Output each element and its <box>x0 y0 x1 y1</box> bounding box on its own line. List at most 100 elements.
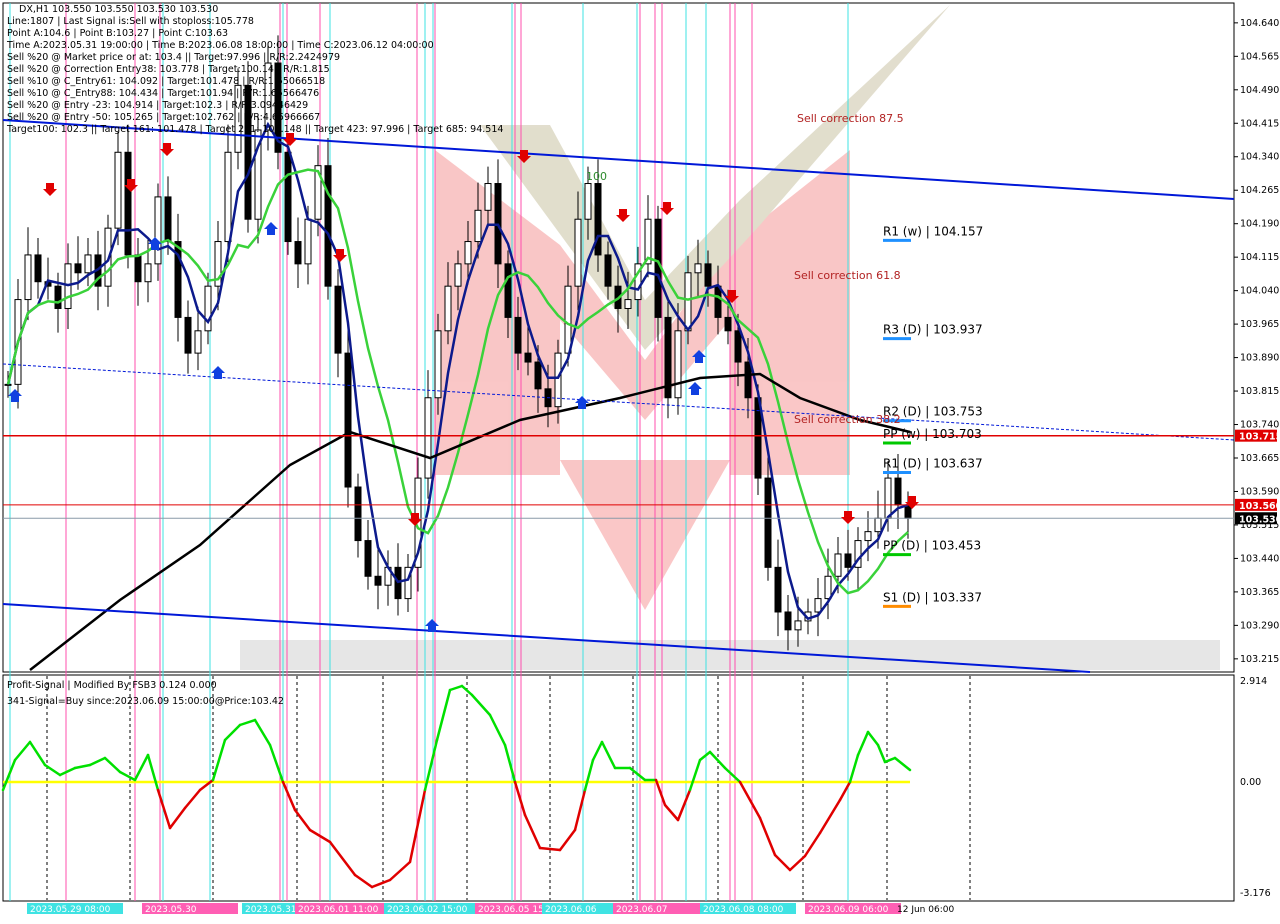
candle-body <box>714 285 722 318</box>
candle-body <box>54 285 62 309</box>
candle-body <box>774 566 782 613</box>
chart-window: R1 (w) | 104.157 R3 (D) | 103.937 R2 (D) |… <box>0 0 1280 920</box>
info-line-6: Sell %10 @ C_Entry61: 104.092 | Target:1… <box>7 76 325 87</box>
time-label-7: 2023.06.07 <box>616 905 668 915</box>
candle-body <box>24 254 32 301</box>
correction-label-875: Sell correction 87.5 <box>797 112 904 125</box>
time-label-0: 2023.05.29 08:00 <box>30 905 111 915</box>
candle-body <box>324 165 332 287</box>
candle-body <box>454 263 462 287</box>
price-tick-label: 104.115 <box>1240 252 1279 263</box>
candle-body <box>74 263 82 274</box>
candle-body <box>604 254 612 287</box>
candle-body <box>784 611 792 631</box>
osc-title: Profit-Signal | Modified By FSB3 0.124 0… <box>7 680 217 691</box>
price-tick-label: 104.640 <box>1240 18 1279 29</box>
candle-body <box>154 196 162 265</box>
candle-body <box>514 316 522 354</box>
price-tick-label: 104.415 <box>1240 118 1279 129</box>
info-line-4: Sell %20 @ Market price or at: 103.4 || … <box>7 52 340 63</box>
candle-body <box>444 285 452 332</box>
price-tick-label: 103.965 <box>1240 319 1279 330</box>
osc-signal: 341-Signal=Buy since:2023.06.09 15:00:00… <box>7 696 284 707</box>
candle-body <box>4 383 12 386</box>
candle-body <box>574 218 582 287</box>
info-line-10: Target100: 102.3 || Target 161: 101.478 … <box>6 124 503 135</box>
candle-body <box>374 575 382 586</box>
candle-body <box>204 285 212 332</box>
candle-body <box>484 183 492 211</box>
price-tick-label: 104.190 <box>1240 219 1279 230</box>
price-tick-label: 104.265 <box>1240 185 1279 196</box>
candle-body <box>744 361 752 399</box>
candle-body <box>734 330 742 363</box>
pivot-level-label-1: R3 (D) | 103.937 <box>883 323 983 337</box>
correction-label-382: Sell correction 38.2 <box>794 413 901 426</box>
osc-tick-label: 2.914 <box>1240 676 1267 687</box>
info-line-2: Point A:104.6 | Point B:103.27 | Point C… <box>7 28 228 39</box>
pivot-level-label-5: PP (D) | 103.453 <box>883 539 981 553</box>
candle-body <box>674 330 682 399</box>
candle-body <box>874 517 882 533</box>
price-tick-label: 103.665 <box>1240 453 1279 464</box>
time-label-3: 2023.06.01 11:00 <box>298 905 379 915</box>
candle-body <box>534 361 542 390</box>
info-line-9: Sell %20 @ Entry -50: 105.265 | Target:1… <box>7 112 320 123</box>
pivot-level-label-4: R1 (D) | 103.637 <box>883 457 983 471</box>
pivot-level-label-0: R1 (w) | 104.157 <box>883 224 983 238</box>
candle-body <box>584 183 592 220</box>
candle-body <box>844 553 852 568</box>
candle-body <box>114 151 122 229</box>
candle-body <box>354 486 362 542</box>
candle-body <box>694 263 702 274</box>
price-tick-label: 103.215 <box>1240 654 1279 665</box>
price-tag-label-0: 103.715 <box>1239 432 1280 443</box>
price-tick-label: 103.740 <box>1240 420 1279 431</box>
candle-body <box>884 477 892 519</box>
price-tick-label: 104.490 <box>1240 85 1279 96</box>
info-line-1: Line:1807 | Last Signal is:Sell with sto… <box>7 16 254 27</box>
price-tag-label-2: 103.530 <box>1239 514 1280 525</box>
candle-body <box>464 241 472 265</box>
price-tick-label: 103.815 <box>1240 386 1279 397</box>
candle-body <box>144 263 152 283</box>
time-label-9: 2023.06.09 06:00 <box>808 905 889 915</box>
candle-body <box>294 241 302 265</box>
candle-body <box>504 263 512 318</box>
price-tick-label: 103.290 <box>1240 620 1279 631</box>
candle-body <box>624 299 632 309</box>
info-line-8: Sell %20 @ Entry -23: 104.914 | Target:1… <box>7 100 308 111</box>
time-label-1: 2023.05.30 <box>145 905 197 915</box>
price-tick-label: 104.565 <box>1240 51 1279 62</box>
price-tick-label: 103.365 <box>1240 587 1279 598</box>
correction-label-618: Sell correction 61.8 <box>794 269 901 282</box>
time-label-8: 2023.06.08 08:00 <box>703 905 784 915</box>
candle-body <box>564 285 572 354</box>
candle-body <box>724 316 732 332</box>
price-tick-label: 103.440 <box>1240 553 1279 564</box>
candle-body <box>334 285 342 354</box>
candle-body <box>764 477 772 568</box>
price-tick-label: 103.590 <box>1240 486 1279 497</box>
candle-body <box>684 272 692 332</box>
pivot-level-label-3: PP (w) | 103.703 <box>883 427 982 441</box>
time-label-4: 2023.06.02 15:00 <box>387 905 468 915</box>
price-tick-label: 104.340 <box>1240 152 1279 163</box>
info-line-0: DX,H1 103.550 103.550 103.530 103.530 <box>19 4 218 15</box>
candle-body <box>84 254 92 274</box>
oscillator-panel <box>2 674 1235 902</box>
candle-body <box>164 196 172 243</box>
price-tick-label: 104.040 <box>1240 286 1279 297</box>
candle-body <box>834 553 842 577</box>
price-tick-label: 103.890 <box>1240 353 1279 364</box>
chart-svg: R1 (w) | 104.157R3 (D) | 103.937R2 (D) |… <box>1 2 1280 915</box>
candle-body <box>344 352 352 488</box>
info-line-3: Time A:2023.05.31 19:00:00 | Time B:2023… <box>6 40 434 51</box>
candle-body <box>224 151 232 243</box>
candle-body <box>794 620 802 631</box>
candle-body <box>814 598 822 613</box>
candle-body <box>704 263 712 287</box>
candle-body <box>434 330 442 399</box>
candle-body <box>824 575 832 600</box>
wave-label: 100 <box>586 170 607 183</box>
